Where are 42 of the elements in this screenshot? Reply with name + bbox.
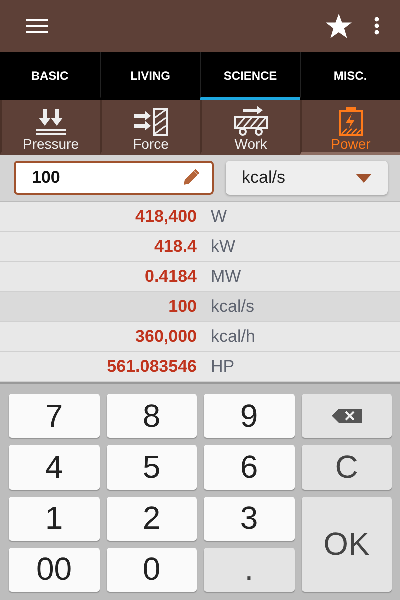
star-icon [326,14,352,38]
digit-key[interactable]: 9 [204,394,294,438]
clear-key[interactable]: C [302,445,392,490]
digit-key[interactable]: 3 [204,496,294,541]
result-value: 418,400 [134,206,197,226]
result-value: 418.4 [153,236,197,256]
menu-icon [26,18,48,34]
unit-category-tab[interactable]: Power [300,100,400,155]
digit-key[interactable]: 2 [106,496,197,541]
digit-key[interactable]: 7 [9,394,100,438]
digit-key[interactable]: 6 [204,445,294,490]
decimal-key[interactable]: . [204,548,294,592]
pencil-icon [182,169,200,187]
battery-icon [338,106,364,136]
more-icon [374,17,380,35]
digit-key[interactable]: 0 [106,548,197,592]
result-unit: MW [211,266,242,286]
result-value: 561.083546 [106,356,197,376]
result-value: 0.4184 [144,266,197,286]
result-unit: kcal/s [211,296,254,316]
pressure-icon [34,108,68,136]
result-value: 100 [168,296,197,316]
backspace-key[interactable] [302,394,392,438]
result-row[interactable]: 100 kcal/s [0,292,400,322]
cart-icon [233,106,269,136]
digit-key[interactable]: 8 [106,394,197,438]
digit-key[interactable]: 00 [9,548,100,592]
unit-dropdown[interactable]: kcal/s [226,161,388,195]
result-unit: kcal/h [211,326,256,346]
force-icon [133,108,169,136]
digit-key[interactable]: 5 [106,445,197,490]
backspace-icon [332,409,362,424]
digit-key[interactable]: 1 [9,496,100,541]
caret-icon [356,174,372,182]
result-value: 360,000 [134,326,197,346]
category-tab[interactable]: SCIENCE [200,52,300,100]
result-unit: HP [211,356,235,376]
digit-key[interactable]: 4 [9,445,100,490]
result-unit: W [211,206,228,226]
value-input-field[interactable]: 100 [14,161,214,195]
result-unit: kW [211,236,236,256]
ok-key[interactable]: OK [302,496,392,592]
